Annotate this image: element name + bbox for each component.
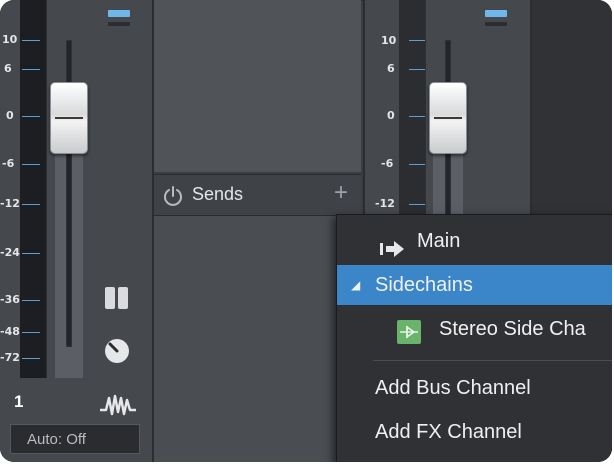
triangle-down-icon: ◢ <box>351 278 361 292</box>
menu-item-add-fx[interactable]: Add FX Channel <box>337 412 612 452</box>
fader-handle[interactable] <box>429 82 467 154</box>
led-indicator <box>485 10 507 17</box>
insert-panel <box>154 0 361 172</box>
add-send-button[interactable]: + <box>329 179 353 207</box>
scale-label: 10 <box>381 34 397 47</box>
menu-separator <box>373 360 612 361</box>
sends-header: Sends + <box>154 174 361 216</box>
sends-panel <box>154 216 361 462</box>
scale-label: 6 <box>4 62 12 75</box>
channel-number: 1 <box>14 392 24 411</box>
menu-item-add-bus[interactable]: Add Bus Channel <box>337 368 612 408</box>
pause-icon[interactable] <box>104 286 130 315</box>
level-meter <box>399 0 426 214</box>
scale-label: -24 <box>0 246 20 259</box>
led-indicator <box>108 10 130 17</box>
power-icon[interactable] <box>163 186 183 211</box>
menu-item-label: Add Bus Channel <box>375 377 531 399</box>
scale-label: -12 <box>375 197 395 210</box>
menu-item-label: Add FX Channel <box>375 421 522 443</box>
scale-label: -72 <box>0 351 20 364</box>
scale-label: -12 <box>0 197 20 210</box>
led-indicator-base <box>108 22 130 26</box>
sends-label: Sends <box>192 184 244 204</box>
level-meter <box>20 0 47 378</box>
pan-knob-icon[interactable] <box>103 337 131 370</box>
scale-label: 6 <box>387 62 395 75</box>
scale-label: -6 <box>2 157 15 170</box>
scale-label: 10 <box>2 33 18 46</box>
menu-item-stereo-side[interactable]: Stereo Side Cha <box>337 309 612 349</box>
menu-item-label: Stereo Side Cha <box>439 318 586 340</box>
waveform-icon[interactable] <box>100 392 136 421</box>
scale-label: -36 <box>0 293 20 306</box>
led-indicator-base <box>485 22 507 26</box>
plus-icon: + <box>333 179 348 206</box>
sidechain-icon <box>397 318 421 358</box>
scale-label: 0 <box>6 109 14 122</box>
scale-label: -6 <box>381 157 394 170</box>
channel-strip-left: 10 6 0 -6 -12 -24 -36 -48 -72 1 Auto: Of… <box>0 0 154 462</box>
send-destination-menu: Main ◢ Sidechains Stereo Side Cha Add Bu… <box>336 214 612 462</box>
scale-label: -48 <box>0 325 20 338</box>
menu-item-sidechains[interactable]: ◢ Sidechains <box>337 265 612 305</box>
fader-handle[interactable] <box>50 82 88 154</box>
menu-item-label: Sidechains <box>375 274 473 296</box>
menu-item-main[interactable]: Main <box>337 221 612 261</box>
automation-button[interactable]: Auto: Off <box>10 424 140 454</box>
mixer-window: 10 6 0 -6 -12 -24 -36 -48 -72 1 Auto: Of… <box>0 0 612 462</box>
menu-item-label: Main <box>417 230 461 252</box>
scale-label: 0 <box>387 109 395 122</box>
